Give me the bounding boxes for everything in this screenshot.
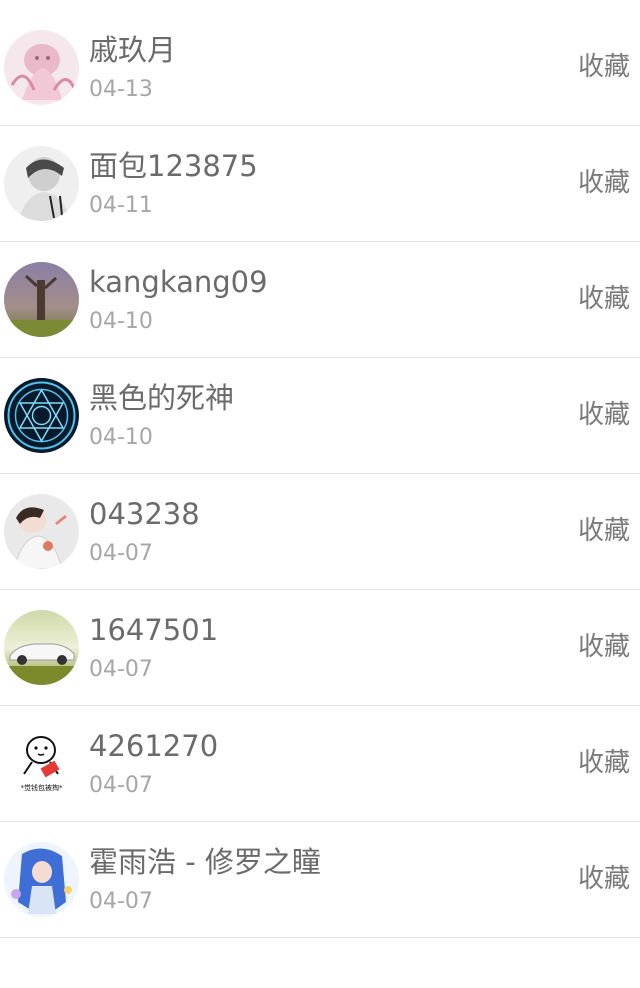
date: 04-07 [89,541,153,566]
user-name: 霍雨浩 - 修罗之瞳 [89,845,321,879]
user-name: 4261270 [89,729,219,763]
date: 04-07 [89,889,153,914]
user-name: 043238 [89,497,200,531]
user-name: 黑色的死神 [89,381,235,415]
list-item[interactable]: 1647501 04-07 收藏 [0,590,640,706]
avatar[interactable] [4,146,79,221]
favorite-button[interactable]: 收藏 [578,746,630,780]
avatar[interactable]: *觉钱包被掏* [4,726,79,801]
list-item[interactable]: 043238 04-07 收藏 [0,474,640,590]
list-item[interactable]: 戚玖月 04-13 收藏 [0,10,640,126]
avatar[interactable] [4,262,79,337]
user-name: 面包123875 [89,149,258,183]
avatar[interactable] [4,610,79,685]
date: 04-10 [89,425,153,450]
date: 04-11 [89,193,153,218]
favorite-button[interactable]: 收藏 [578,166,630,200]
date: 04-07 [89,773,153,798]
list-item[interactable]: 霍雨浩 - 修罗之瞳 04-07 收藏 [0,822,640,938]
favorite-button[interactable]: 收藏 [578,282,630,316]
user-list: 戚玖月 04-13 收藏 面包123875 04-11 收藏 kangkang0… [0,10,640,938]
list-item[interactable]: 黑色的死神 04-10 收藏 [0,358,640,474]
user-name: 戚玖月 [89,33,177,67]
date: 04-10 [89,309,153,334]
avatar[interactable] [4,842,79,917]
list-item[interactable]: *觉钱包被掏* 4261270 04-07 收藏 [0,706,640,822]
user-name: kangkang09 [89,265,268,299]
avatar[interactable] [4,30,79,105]
date: 04-07 [89,657,153,682]
user-name: 1647501 [89,613,219,647]
meme-caption: *觉钱包被掏* [21,783,63,792]
date: 04-13 [89,77,153,102]
favorite-button[interactable]: 收藏 [578,50,630,84]
favorite-button[interactable]: 收藏 [578,862,630,896]
favorite-button[interactable]: 收藏 [578,514,630,548]
avatar[interactable] [4,494,79,569]
favorite-button[interactable]: 收藏 [578,630,630,664]
list-item[interactable]: 面包123875 04-11 收藏 [0,126,640,242]
list-item[interactable]: kangkang09 04-10 收藏 [0,242,640,358]
avatar[interactable] [4,378,79,453]
favorite-button[interactable]: 收藏 [578,398,630,432]
